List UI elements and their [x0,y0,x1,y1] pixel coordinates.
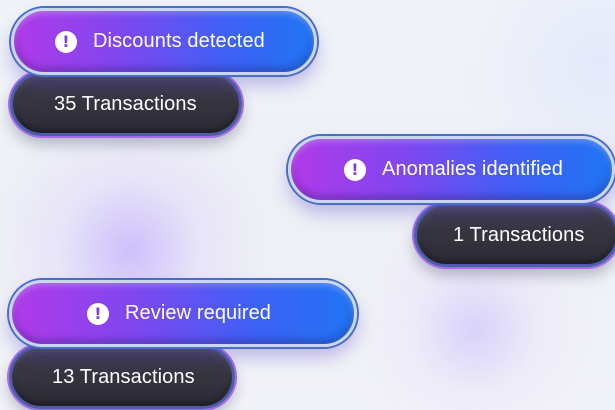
discounts-detected-alert[interactable]: ! Discounts detected [11,8,317,75]
transactions-count-label: 13 Transactions [52,365,195,388]
exclamation-circle-icon: ! [344,158,366,181]
alert-label: Discounts detected [93,30,265,52]
anomalies-identified-alert[interactable]: ! Anomalies identified [288,136,615,203]
exclamation-circle-icon: ! [55,30,77,53]
alert-label: Anomalies identified [382,158,563,180]
anomalies-transactions-count: 1 Transactions [414,203,615,267]
transactions-count-label: 1 Transactions [453,223,585,246]
discounts-transactions-count: 35 Transactions [10,72,242,136]
alert-label: Review required [125,302,272,324]
review-transactions-count: 13 Transactions [9,345,235,409]
review-required-alert[interactable]: ! Review required [9,280,357,347]
transactions-count-label: 35 Transactions [54,92,197,115]
exclamation-circle-icon: ! [87,302,109,325]
